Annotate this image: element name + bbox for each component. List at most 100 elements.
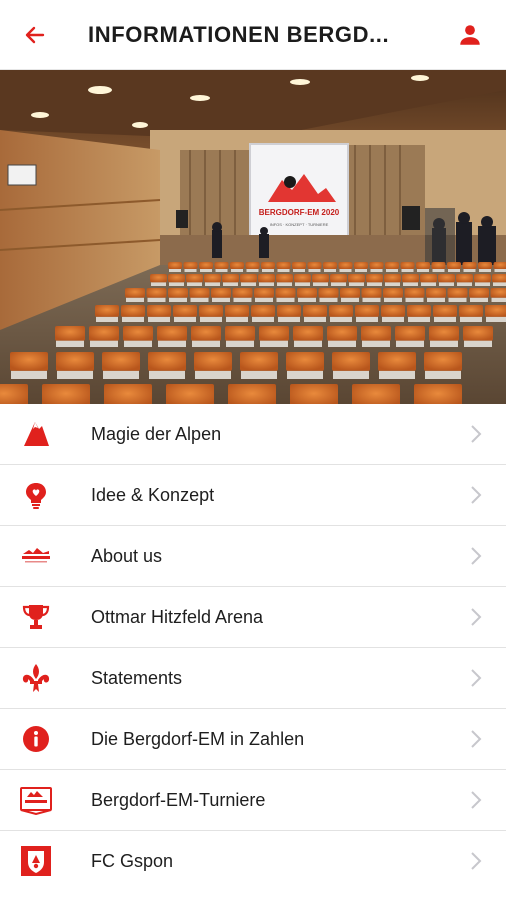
chair [402, 274, 419, 283]
chair [199, 262, 213, 269]
chair-seat [396, 340, 424, 347]
chair-seat [158, 340, 186, 347]
chair-seat [486, 316, 506, 322]
chair [478, 262, 492, 269]
back-button[interactable] [0, 0, 70, 70]
chair-seat [339, 269, 352, 272]
chair [121, 305, 145, 317]
chair [225, 326, 255, 341]
chair-seat [96, 316, 118, 322]
chair [384, 274, 401, 283]
mountain-icon [24, 422, 49, 446]
chair [355, 305, 379, 317]
chair [348, 274, 365, 283]
chair [332, 352, 370, 371]
chair-seat [491, 297, 506, 302]
chair [150, 274, 167, 283]
profile-button[interactable] [434, 0, 506, 70]
chair-seat [494, 269, 506, 272]
chair [414, 384, 462, 404]
menu-item-label: Die Bergdorf-EM in Zahlen [91, 728, 305, 749]
chair [173, 305, 197, 317]
chair [147, 305, 171, 317]
menu-item-statements[interactable]: Statements [0, 648, 506, 709]
chair-seat [126, 297, 144, 302]
chair-seat [457, 282, 472, 286]
chevron-right-icon [471, 425, 482, 443]
chair-seat [90, 340, 118, 347]
page-title: INFORMATIONEN BERGD... [88, 21, 390, 47]
chair [102, 352, 140, 371]
chair-seat [405, 297, 424, 302]
chair [431, 262, 446, 269]
chair-seat [174, 316, 196, 322]
chair-seat [427, 297, 445, 302]
chair-seat [430, 340, 458, 347]
menu-item-ottmar-hitzfeld-arena[interactable]: Ottmar Hitzfeld Arena [0, 587, 506, 648]
chair-seat [233, 297, 252, 302]
chair-seat [246, 269, 259, 272]
chair-seat [355, 269, 367, 272]
chair-seat [341, 297, 359, 302]
chair [232, 288, 253, 298]
chair [485, 305, 506, 317]
chair-seat [241, 282, 256, 286]
chair [327, 326, 357, 341]
chevron-right-icon [471, 730, 482, 748]
chair [330, 274, 347, 283]
chair-seat [187, 282, 202, 286]
chair-seat [493, 282, 506, 286]
chair [407, 305, 431, 317]
chair [463, 326, 493, 341]
chair-seat [463, 269, 476, 272]
chevron-right-icon [471, 791, 482, 809]
menu-item-label: FC Gspon [91, 850, 174, 871]
menu-item-bergdorf-em-turniere[interactable]: Bergdorf-EM-Turniere [0, 770, 506, 831]
chair-seat [215, 269, 228, 272]
lightbulb-heart-icon [26, 483, 46, 509]
chair-seat [192, 340, 220, 347]
chair [95, 305, 119, 317]
logo-icon [22, 548, 50, 563]
menu-item-about-us[interactable]: About us [0, 526, 506, 587]
chair [404, 288, 425, 298]
chair-seat [260, 340, 288, 347]
chair [292, 262, 306, 269]
chair [245, 262, 260, 269]
chair-seat [425, 370, 461, 379]
chair [123, 326, 153, 341]
chair-seat [195, 370, 231, 379]
chair-seat [403, 282, 418, 286]
chair-seat [57, 370, 93, 379]
chair-seat [287, 370, 323, 379]
chair [303, 305, 327, 317]
chair-seat [370, 269, 383, 272]
menu-item-fc-gspon[interactable]: FC Gspon [0, 831, 506, 891]
chair [204, 274, 221, 283]
chair [148, 352, 186, 371]
menu-item-idee-konzept[interactable]: Idee & Konzept [0, 465, 506, 526]
menu-item-label: Magie der Alpen [91, 423, 222, 444]
chair-seat [56, 340, 84, 347]
menu-item-label: About us [91, 545, 163, 566]
chair-seat [432, 269, 445, 272]
chair-seat [277, 269, 290, 272]
chair-seat [169, 269, 181, 272]
chair-seat [401, 269, 414, 272]
chair-seat [149, 370, 185, 379]
fleur-de-lis-icon [22, 664, 50, 692]
chair-seat [331, 282, 346, 286]
chair [492, 274, 506, 283]
chair [361, 326, 391, 341]
chair [225, 305, 249, 317]
menu-item-bergdorf-em-in-zahlen[interactable]: Die Bergdorf-EM in Zahlen [0, 709, 506, 770]
chair [369, 262, 384, 269]
menu-item-magie-der-alpen[interactable]: Magie der Alpen [0, 404, 506, 465]
menu-item-label: Ottmar Hitzfeld Arena [91, 606, 264, 627]
chair-seat [226, 316, 248, 322]
chair [186, 274, 203, 283]
chair [125, 288, 145, 298]
chair-seat [226, 340, 254, 347]
chair [211, 288, 231, 298]
menu-item-label: Idee & Konzept [91, 484, 215, 505]
